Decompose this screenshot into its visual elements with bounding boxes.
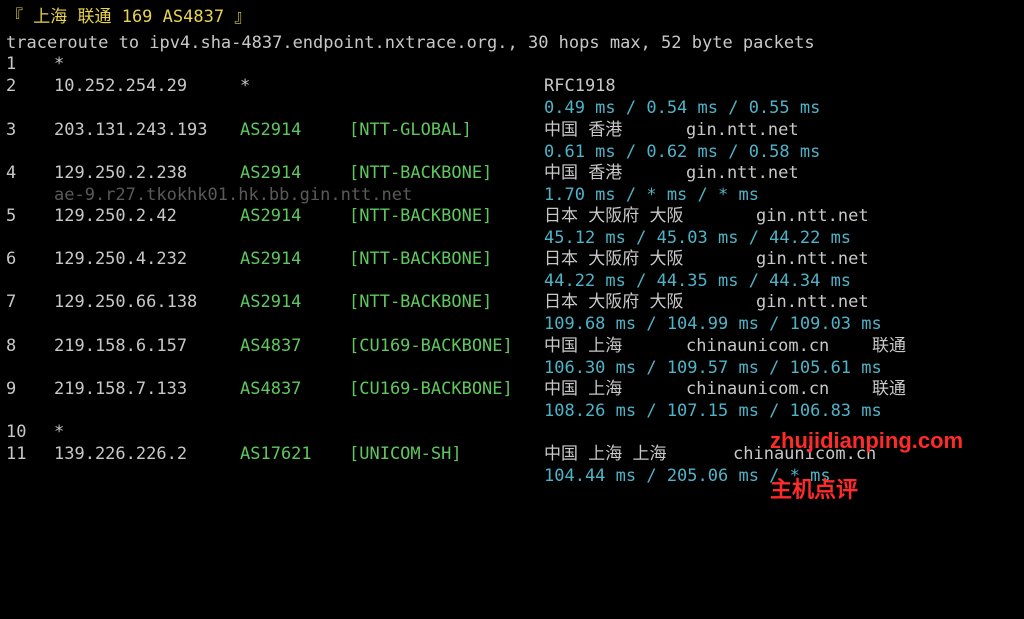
hop-asn: AS4837: [240, 336, 302, 356]
hop-tag: [CU169-BACKBONE]: [349, 379, 513, 399]
hop-rtt-row: 104.44 ms / 205.06 ms / * ms: [6, 465, 831, 487]
hop-rtt: 1.70 ms / * ms / * ms: [544, 185, 759, 205]
hop-ip: 129.250.66.138: [54, 292, 198, 312]
hop-rtt-row: 44.22 ms / 44.35 ms / 44.34 ms: [6, 270, 851, 292]
hop-ip: 129.250.2.238: [54, 163, 188, 183]
hop-asn: *: [240, 76, 251, 96]
hop-tag: [CU169-BACKBONE]: [349, 336, 513, 356]
hop-ip: *: [54, 54, 65, 74]
hop-ip: 129.250.4.232: [54, 249, 188, 269]
hop-row: 8 219.158.6.157 AS4837 [CU169-BACKBONE] …: [6, 335, 906, 357]
hop-domain: gin.ntt.net: [686, 163, 799, 183]
hop-row: 10 *: [6, 421, 64, 443]
hop-ip: 139.226.226.2: [54, 444, 188, 464]
hop-geo: 中国 上海: [544, 336, 623, 356]
hop-tag: [NTT-BACKBONE]: [349, 206, 493, 226]
hop-row: 2 10.252.254.29 * RFC1918: [6, 75, 616, 97]
hop-row: 11 139.226.226.2 AS17621 [UNICOM-SH] 中国 …: [6, 443, 876, 465]
watermark-domain: zhujidianping.com: [770, 428, 964, 453]
hop-ip: 10.252.254.29: [54, 76, 188, 96]
hop-row: 7 129.250.66.138 AS2914 [NTT-BACKBONE] 日…: [6, 291, 869, 313]
hop-domain: gin.ntt.net: [756, 249, 869, 269]
hop-isp: 联通: [872, 379, 906, 399]
hop-rtt-row: 0.49 ms / 0.54 ms / 0.55 ms: [6, 97, 820, 119]
hop-number: 4: [6, 163, 17, 183]
hop-row: 1 *: [6, 53, 64, 75]
hop-number: 9: [6, 379, 17, 399]
hop-asn: AS2914: [240, 120, 302, 140]
hop-domain: gin.ntt.net: [686, 120, 799, 140]
hop-rtt: 45.12 ms / 45.03 ms / 44.22 ms: [544, 228, 852, 248]
watermark-name: 主机点评: [770, 478, 859, 503]
hop-number: 2: [6, 76, 17, 96]
title-line: 『 上海 联通 169 AS4837 』: [6, 7, 252, 27]
hop-rtt-row: 109.68 ms / 104.99 ms / 109.03 ms: [6, 313, 882, 335]
hop-number: 1: [6, 54, 17, 74]
hop-tag: [NTT-GLOBAL]: [349, 120, 472, 140]
hop-asn: AS4837: [240, 379, 302, 399]
hop-row: 9 219.158.7.133 AS4837 [CU169-BACKBONE] …: [6, 378, 906, 400]
hop-ptr: ae-9.r27.tkokhk01.hk.bb.gin.ntt.net: [54, 185, 413, 205]
hop-number: 7: [6, 292, 17, 312]
hop-geo: 中国 香港: [544, 120, 623, 140]
hop-row: 6 129.250.4.232 AS2914 [NTT-BACKBONE] 日本…: [6, 248, 869, 270]
hop-number: 10: [6, 422, 27, 442]
hop-row: 5 129.250.2.42 AS2914 [NTT-BACKBONE] 日本 …: [6, 205, 869, 227]
hop-domain: chinaunicom.cn: [686, 336, 830, 356]
hop-tag: [NTT-BACKBONE]: [349, 163, 493, 183]
hop-ip: *: [54, 422, 65, 442]
hop-tag: [UNICOM-SH]: [349, 444, 462, 464]
hop-geo: 中国 香港: [544, 163, 623, 183]
hop-number: 11: [6, 444, 27, 464]
hop-geo: RFC1918: [544, 76, 616, 96]
hop-asn: AS2914: [240, 292, 302, 312]
hop-rtt: 109.68 ms / 104.99 ms / 109.03 ms: [544, 314, 882, 334]
hop-ip: 129.250.2.42: [54, 206, 177, 226]
hop-rtt-row: 108.26 ms / 107.15 ms / 106.83 ms: [6, 400, 882, 422]
hop-number: 3: [6, 120, 17, 140]
command-line: traceroute to ipv4.sha-4837.endpoint.nxt…: [6, 33, 815, 53]
hop-number: 8: [6, 336, 17, 356]
terminal-window: 『 上海 联通 169 AS4837 』 traceroute to ipv4.…: [0, 0, 1024, 503]
hop-rtt: 108.26 ms / 107.15 ms / 106.83 ms: [544, 401, 882, 421]
hop-isp: 联通: [872, 336, 906, 356]
hop-geo: 中国 上海 上海: [544, 444, 667, 464]
hop-rtt-row: 106.30 ms / 109.57 ms / 105.61 ms: [6, 357, 882, 379]
hop-geo: 日本 大阪府 大阪: [544, 249, 684, 269]
hop-number: 6: [6, 249, 17, 269]
hop-asn: AS2914: [240, 163, 302, 183]
hop-ip: 219.158.6.157: [54, 336, 188, 356]
hop-row: 3 203.131.243.193 AS2914 [NTT-GLOBAL] 中国…: [6, 119, 799, 141]
hop-ip: 203.131.243.193: [54, 120, 208, 140]
hop-rtt-row: ae-9.r27.tkokhk01.hk.bb.gin.ntt.net 1.70…: [6, 184, 759, 206]
hop-geo: 日本 大阪府 大阪: [544, 292, 684, 312]
hop-tag: [NTT-BACKBONE]: [349, 292, 493, 312]
hop-geo: 日本 大阪府 大阪: [544, 206, 684, 226]
hop-rtt-row: 0.61 ms / 0.62 ms / 0.58 ms: [6, 141, 820, 163]
hop-rtt: 44.22 ms / 44.35 ms / 44.34 ms: [544, 271, 852, 291]
hop-domain: gin.ntt.net: [756, 292, 869, 312]
hop-row: 4 129.250.2.238 AS2914 [NTT-BACKBONE] 中国…: [6, 162, 799, 184]
hop-tag: [NTT-BACKBONE]: [349, 249, 493, 269]
hop-asn: AS2914: [240, 206, 302, 226]
hop-number: 5: [6, 206, 17, 226]
hop-domain: chinaunicom.cn: [686, 379, 830, 399]
hop-geo: 中国 上海: [544, 379, 623, 399]
hop-rtt: 106.30 ms / 109.57 ms / 105.61 ms: [544, 358, 882, 378]
hop-asn: AS17621: [240, 444, 312, 464]
hop-rtt-row: 45.12 ms / 45.03 ms / 44.22 ms: [6, 227, 851, 249]
hop-ip: 219.158.7.133: [54, 379, 188, 399]
hop-rtt: 0.49 ms / 0.54 ms / 0.55 ms: [544, 98, 821, 118]
hop-rtt: 0.61 ms / 0.62 ms / 0.58 ms: [544, 142, 821, 162]
hop-asn: AS2914: [240, 249, 302, 269]
hop-domain: gin.ntt.net: [756, 206, 869, 226]
